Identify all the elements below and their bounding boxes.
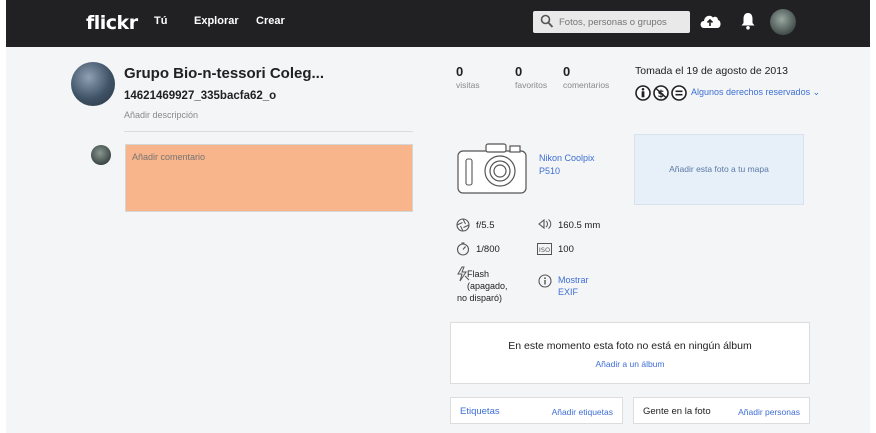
shutter-speed-value: 1/800 <box>476 244 500 255</box>
search-icon <box>540 14 554 28</box>
iso-value: 100 <box>558 244 574 255</box>
photo-title[interactable]: 14621469927_335bacfa62_o <box>124 90 276 102</box>
nav-create[interactable]: Crear <box>256 15 285 27</box>
cc-by-icon <box>635 85 651 101</box>
flash-line2: (apagado, <box>467 281 508 291</box>
add-to-map-label: Añadir esta foto a tu mapa <box>669 164 769 174</box>
add-to-album-link[interactable]: Añadir a un álbum <box>451 359 809 369</box>
add-people-link[interactable]: Añadir personas <box>738 407 800 417</box>
focal-length-icon <box>538 218 552 230</box>
nav-explore[interactable]: Explorar <box>194 15 239 27</box>
cc-nc-icon: $ <box>653 85 669 101</box>
stat-views-label: visitas <box>456 80 480 90</box>
camera-model-line2: P510 <box>539 166 561 176</box>
chevron-down-icon: ⌄ <box>812 87 821 97</box>
exif-line1: Mostrar <box>558 275 589 285</box>
flash-line3: no disparó) <box>457 293 503 303</box>
stat-favorites-label: favoritos <box>515 80 548 90</box>
camera-model-link[interactable]: Nikon Coolpix P510 <box>539 152 595 178</box>
people-box: Gente en la foto Añadir personas <box>633 397 810 424</box>
info-icon <box>538 274 552 288</box>
camera-model-line1: Nikon Coolpix <box>539 153 595 163</box>
license-text: Algunos derechos reservados <box>691 87 811 97</box>
license-link[interactable]: Algunos derechos reservados ⌄ <box>691 87 820 98</box>
album-box: En este momento esta foto no está en nin… <box>450 322 810 384</box>
exif-line2: EXIF <box>558 287 579 297</box>
group-avatar[interactable] <box>71 62 115 106</box>
album-message: En este momento esta foto no está en nin… <box>508 340 752 352</box>
search-box[interactable] <box>533 11 690 33</box>
show-exif-link[interactable]: Mostrar EXIF <box>558 274 589 298</box>
aperture-value: f/5.5 <box>476 220 495 231</box>
shutter-speed-icon <box>456 242 470 256</box>
stat-views-number: 0 <box>456 64 464 79</box>
stat-favorites: 0 favoritos <box>515 64 547 90</box>
upload-cloud-icon[interactable] <box>698 11 722 31</box>
group-title[interactable]: Grupo Bio-n-tessori Coleg... <box>124 65 324 82</box>
add-description-link[interactable]: Añadir descripción <box>124 110 198 120</box>
right-edge <box>870 0 876 433</box>
stat-favorites-number: 0 <box>515 64 523 79</box>
divider <box>124 131 413 132</box>
cc-nd-icon <box>671 85 687 101</box>
stat-comments-number: 0 <box>563 64 571 79</box>
top-navigation-bar: flickr Tú Explorar Crear <box>6 0 870 47</box>
people-label: Gente en la foto <box>643 406 711 417</box>
search-input[interactable] <box>559 13 685 31</box>
tags-label[interactable]: Etiquetas <box>460 406 500 417</box>
flash-line1: Flash <box>467 269 490 279</box>
tags-box: Etiquetas Añadir etiquetas <box>450 397 623 424</box>
svg-text:ISO: ISO <box>539 246 550 254</box>
stat-views: 0 visitas <box>456 64 480 90</box>
add-to-map-box[interactable]: Añadir esta foto a tu mapa <box>634 134 804 205</box>
commenter-avatar <box>91 145 111 165</box>
nav-you[interactable]: Tú <box>154 15 167 27</box>
stat-comments: 0 comentarios <box>563 64 609 90</box>
iso-icon: ISO <box>537 243 552 255</box>
comment-box[interactable] <box>125 144 413 212</box>
camera-icon <box>457 143 527 194</box>
flash-status: Flash (apagado, <box>467 268 508 292</box>
creative-commons-icons[interactable]: $ <box>635 84 689 102</box>
aperture-icon <box>456 218 470 232</box>
focal-length-value: 160.5 mm <box>558 220 601 231</box>
user-avatar[interactable] <box>770 9 796 35</box>
notifications-bell-icon[interactable] <box>740 11 756 31</box>
date-taken: Tomada el 19 de agosto de 2013 <box>635 65 788 77</box>
left-edge <box>0 0 6 433</box>
stat-comments-label: comentarios <box>563 80 610 90</box>
add-tags-link[interactable]: Añadir etiquetas <box>552 407 613 417</box>
flickr-logo[interactable]: flickr <box>86 12 138 34</box>
comment-input[interactable] <box>126 145 412 211</box>
